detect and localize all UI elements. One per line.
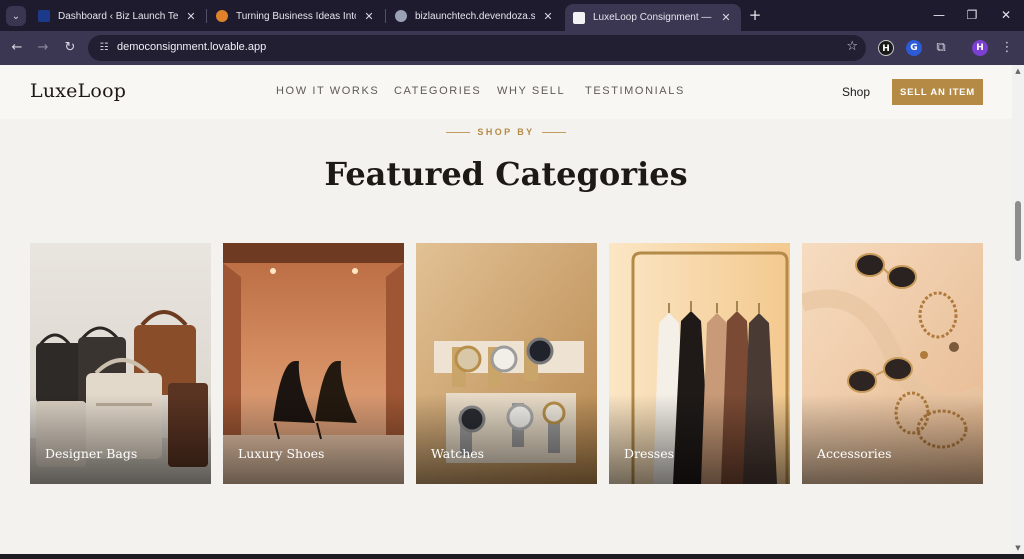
tab-label: LuxeLoop Consignment — Sell xyxy=(593,12,713,23)
page-scrollbar[interactable]: ▲ ▼ xyxy=(1012,65,1024,554)
eyebrow-divider-right xyxy=(542,132,566,133)
extensions-puzzle-icon[interactable]: ⧉ xyxy=(932,39,950,57)
close-icon[interactable]: ✕ xyxy=(362,10,376,23)
tab-label: bizlaunchtech.devendoza.shop xyxy=(415,10,535,22)
close-icon[interactable]: ✕ xyxy=(541,10,555,23)
tab-favicon-icon xyxy=(573,11,585,24)
brand-logo[interactable]: LuxeLoop xyxy=(30,80,126,102)
profile-avatar[interactable]: H xyxy=(972,40,988,56)
category-label[interactable]: Designer Bags xyxy=(45,446,137,461)
site-settings-icon[interactable]: ☷ xyxy=(96,40,112,56)
blue-extension-icon[interactable]: G xyxy=(906,40,922,56)
restore-window-icon[interactable]: ❐ xyxy=(963,6,981,24)
forward-arrow-icon[interactable]: → xyxy=(34,39,52,57)
tab-favicon-icon xyxy=(216,10,228,22)
tab-luxeloop-active[interactable]: LuxeLoop Consignment — Sell ✕ xyxy=(565,4,741,31)
nav-categories[interactable]: CATEGORIES xyxy=(394,85,481,97)
address-bar[interactable]: ☷ democonsignment.lovable.app ☆ xyxy=(88,35,866,61)
category-label[interactable]: Watches xyxy=(431,446,484,461)
tab-dashboard[interactable]: Dashboard ‹ Biz Launch Tech — ✕ xyxy=(30,4,206,28)
browser-tab-bar: ⌄ Dashboard ‹ Biz Launch Tech — ✕ Turnin… xyxy=(0,0,1024,31)
card-shade xyxy=(802,394,983,484)
sell-an-item-button[interactable]: SELL AN ITEM xyxy=(892,79,983,105)
tab-label: Turning Business Ideas Into Mill xyxy=(236,10,356,22)
site-header: LuxeLoop HOW IT WORKS CATEGORIES WHY SEL… xyxy=(0,65,1012,119)
category-card-watches[interactable]: Watches xyxy=(416,243,597,484)
page-viewport: LuxeLoop HOW IT WORKS CATEGORIES WHY SEL… xyxy=(0,65,1012,554)
tab-label: Dashboard ‹ Biz Launch Tech — xyxy=(58,10,178,22)
section-eyebrow: SHOP BY xyxy=(477,127,535,137)
category-card-designer-bags[interactable]: Designer Bags xyxy=(30,243,211,484)
nav-how-it-works[interactable]: HOW IT WORKS xyxy=(276,85,379,97)
back-arrow-icon[interactable]: ← xyxy=(8,39,26,57)
category-label[interactable]: Luxury Shoes xyxy=(238,446,324,461)
url-text[interactable]: democonsignment.lovable.app xyxy=(117,41,266,53)
browser-menu-kebab-icon[interactable]: ⋮ xyxy=(998,39,1016,57)
shop-link[interactable]: Shop xyxy=(842,85,870,99)
close-icon[interactable]: ✕ xyxy=(184,10,198,23)
scrollbar-thumb[interactable] xyxy=(1015,201,1021,261)
scroll-up-arrow-icon[interactable]: ▲ xyxy=(1014,67,1022,75)
tab-turning-business-ideas[interactable]: Turning Business Ideas Into Mill ✕ xyxy=(208,4,384,28)
reload-icon[interactable]: ↻ xyxy=(61,39,79,57)
bookmark-star-icon[interactable]: ☆ xyxy=(846,39,858,54)
section-title: Featured Categories xyxy=(324,155,688,193)
window-close-icon[interactable]: ✕ xyxy=(997,6,1015,24)
category-card-dresses[interactable]: Dresses xyxy=(609,243,790,484)
card-shade xyxy=(30,394,211,484)
os-taskbar-strip xyxy=(0,554,1024,559)
category-label[interactable]: Accessories xyxy=(817,446,892,461)
card-shade xyxy=(223,394,404,484)
hootsuite-extension-icon[interactable]: H xyxy=(878,40,894,56)
card-shade xyxy=(609,394,790,484)
minimize-icon[interactable]: — xyxy=(930,6,948,24)
tab-favicon-icon xyxy=(38,10,50,22)
nav-why-sell[interactable]: WHY SELL xyxy=(497,85,565,97)
browser-toolbar: ← → ↻ ☷ democonsignment.lovable.app ☆ H … xyxy=(0,31,1024,65)
globe-icon xyxy=(395,10,407,22)
category-label[interactable]: Dresses xyxy=(624,446,674,461)
card-shade xyxy=(416,394,597,484)
new-tab-button[interactable]: + xyxy=(746,6,764,24)
tab-bizlaunchtech-shop[interactable]: bizlaunchtech.devendoza.shop ✕ xyxy=(387,4,563,28)
scroll-down-arrow-icon[interactable]: ▼ xyxy=(1014,544,1022,552)
tab-search-chevron-icon[interactable]: ⌄ xyxy=(6,6,26,26)
category-card-luxury-shoes[interactable]: Luxury Shoes xyxy=(223,243,404,484)
close-icon[interactable]: ✕ xyxy=(719,11,733,24)
nav-testimonials[interactable]: TESTIMONIALS xyxy=(585,85,685,97)
category-card-accessories[interactable]: Accessories xyxy=(802,243,983,484)
